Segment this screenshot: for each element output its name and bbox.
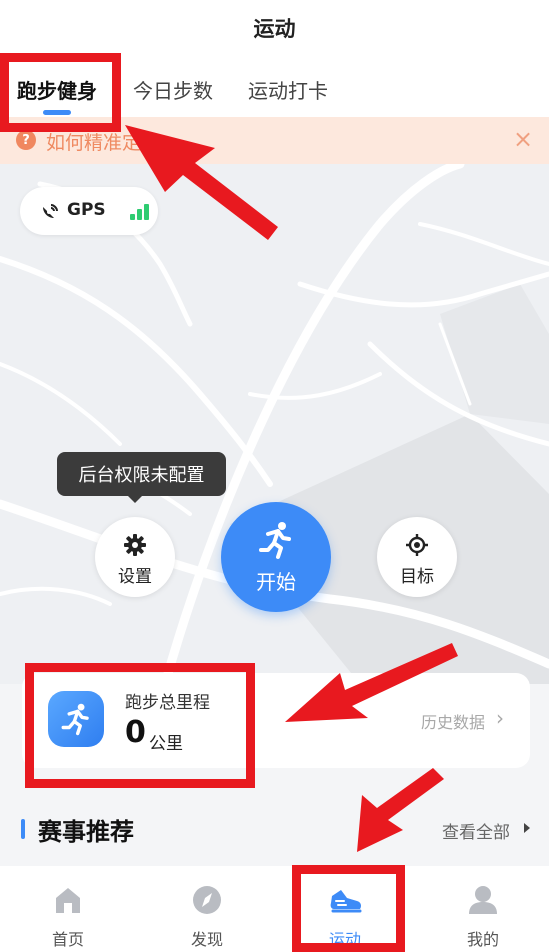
app-screen: 运动 跑步健身 今日步数 运动打卡 ? 如何精准定位 × GPS 后台权限未配置… <box>0 0 549 952</box>
annotation-arrow-mileage <box>285 643 458 722</box>
annotation-arrow-tab <box>125 125 278 240</box>
annotation-arrows <box>125 125 458 852</box>
annotation-arrow-nav <box>357 768 444 852</box>
